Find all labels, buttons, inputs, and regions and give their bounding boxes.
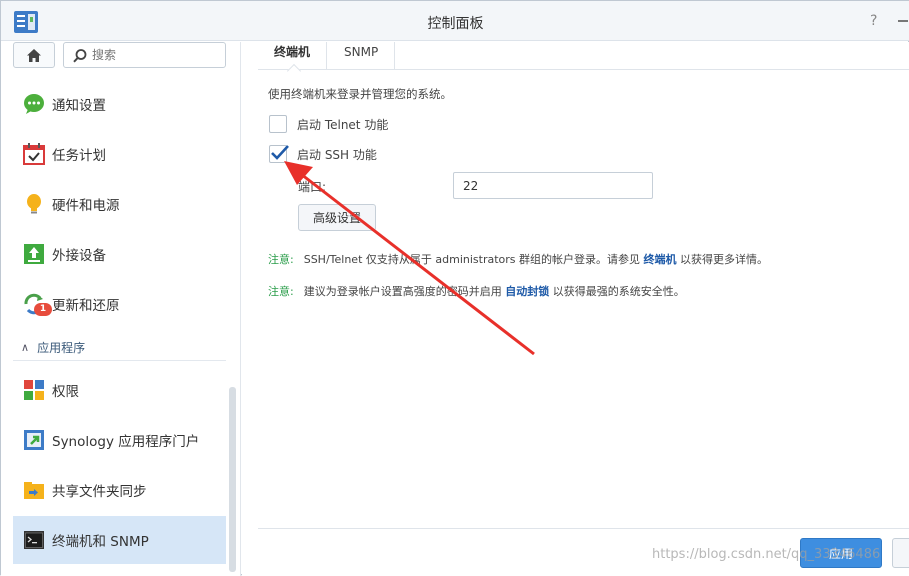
footer-divider <box>258 528 909 529</box>
sidebar-item-label: 共享文件夹同步 <box>52 484 147 500</box>
title-bar: 控制面板 ? <box>1 1 909 41</box>
port-label: 端口: <box>298 180 327 194</box>
sidebar-item-hardware-power[interactable]: 硬件和电源 <box>13 180 226 228</box>
sidebar-item-terminal-snmp[interactable]: 终端机和 SNMP <box>13 516 226 564</box>
sidebar-item-label: 外接设备 <box>52 248 106 264</box>
control-panel-window: 控制面板 ? 通知设置 <box>0 0 909 576</box>
sidebar-item-shared-folder-sync[interactable]: 共享文件夹同步 <box>13 466 226 514</box>
upload-icon <box>23 243 45 265</box>
terminal-help-link[interactable]: 终端机 <box>644 253 677 266</box>
note-text-end: 以获得更多详情。 <box>676 253 768 266</box>
home-icon <box>27 48 41 62</box>
sidebar-item-label: 硬件和电源 <box>52 198 120 214</box>
note-text: 建议为登录帐户设置高强度的密码并启用 <box>303 285 506 298</box>
home-button[interactable] <box>13 42 55 68</box>
sidebar-item-notifications[interactable]: 通知设置 <box>13 80 226 128</box>
sidebar: 通知设置 任务计划 硬件和电源 <box>1 42 241 576</box>
chat-bubble-icon <box>23 93 45 115</box>
calendar-check-icon <box>23 143 45 165</box>
note-admin-only: 注意: SSH/Telnet 仅支持从属于 administrators 群组的帐… <box>268 251 768 267</box>
telnet-option[interactable]: 启动 Telnet 功能 <box>269 115 388 133</box>
sidebar-item-label: 通知设置 <box>52 98 106 114</box>
search-input[interactable] <box>92 46 220 64</box>
sidebar-item-label: 权限 <box>52 384 79 400</box>
sidebar-item-update-restore[interactable]: 1 更新和还原 <box>13 280 226 328</box>
note-label: 注意: <box>268 253 294 266</box>
ssh-label: 启动 SSH 功能 <box>297 147 377 162</box>
terminal-icon <box>23 529 45 551</box>
sidebar-item-label: 任务计划 <box>52 148 106 164</box>
refresh-icon: 1 <box>23 293 52 316</box>
sidebar-scrollbar[interactable] <box>229 387 236 572</box>
ssh-option[interactable]: 启动 SSH 功能 <box>269 145 377 163</box>
sidebar-item-task-scheduler[interactable]: 任务计划 <box>13 130 226 178</box>
window-title: 控制面板 <box>427 16 484 32</box>
sidebar-item-external-devices[interactable]: 外接设备 <box>13 230 226 278</box>
search-box[interactable] <box>63 42 226 68</box>
grid-icon <box>23 379 45 401</box>
section-applications[interactable]: ∧ 应用程序 <box>13 335 226 361</box>
checkmark-icon <box>271 145 289 160</box>
advanced-settings-button[interactable]: 高级设置 <box>298 204 376 231</box>
ssh-checkbox[interactable] <box>269 145 289 163</box>
sidebar-item-label: 更新和还原 <box>52 298 120 314</box>
minimize-icon[interactable] <box>898 20 908 22</box>
chevron-up-icon: ∧ <box>21 341 30 354</box>
sidebar-item-privileges[interactable]: 权限 <box>13 366 226 414</box>
update-count-badge: 1 <box>34 303 52 316</box>
lightbulb-icon <box>23 193 45 215</box>
section-label: 应用程序 <box>37 341 86 355</box>
telnet-label: 启动 Telnet 功能 <box>297 117 389 132</box>
search-icon <box>73 49 87 63</box>
note-text: SSH/Telnet 仅支持从属于 administrators 群组的帐户登录… <box>303 253 644 266</box>
main-panel: 终端机 SNMP 使用终端机来登录并管理您的系统。 启动 Telnet 功能 启… <box>242 42 909 576</box>
note-label: 注意: <box>268 285 294 298</box>
sidebar-item-label: Synology 应用程序门户 <box>52 434 200 450</box>
watermark: https://blog.csdn.net/qq_33346486 <box>652 547 881 562</box>
terminal-description: 使用终端机来登录并管理您的系统。 <box>268 87 452 101</box>
portal-icon <box>23 429 45 451</box>
help-icon[interactable]: ? <box>870 13 884 29</box>
port-input[interactable] <box>453 172 653 199</box>
tab-snmp[interactable]: SNMP <box>328 42 396 70</box>
note-password: 注意: 建议为登录帐户设置高强度的密码并启用 自动封锁 以获得最强的系统安全性。 <box>268 283 685 299</box>
folder-sync-icon <box>23 479 45 501</box>
auto-block-link[interactable]: 自动封锁 <box>505 285 549 298</box>
tab-bar: 终端机 SNMP <box>258 42 909 79</box>
sidebar-item-app-portal[interactable]: Synology 应用程序门户 <box>13 416 226 464</box>
note-text-end: 以获得最强的系统安全性。 <box>549 285 685 298</box>
telnet-checkbox[interactable] <box>269 115 287 133</box>
sidebar-item-label: 终端机和 SNMP <box>52 534 149 550</box>
reset-button[interactable] <box>892 538 909 568</box>
